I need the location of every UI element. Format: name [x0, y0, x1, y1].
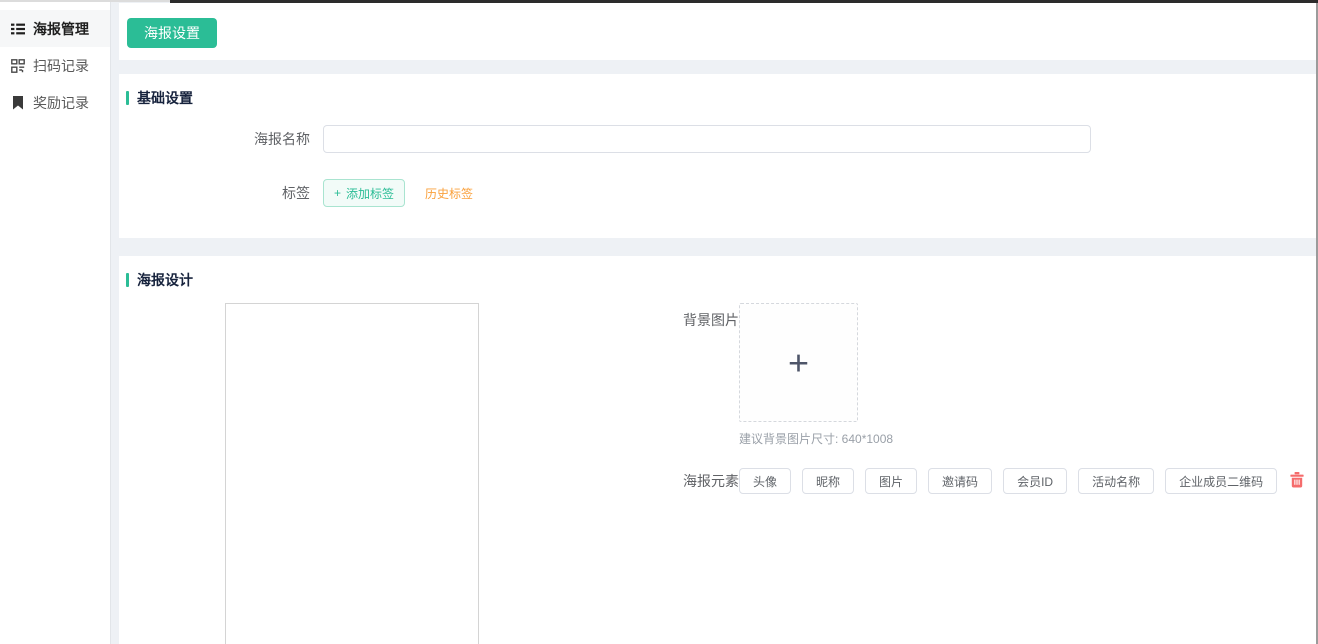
poster-elements-field: 海报元素 头像昵称图片邀请码会员ID 活动名称企业成员二维码 [683, 468, 1296, 494]
poster-element-chip[interactable]: 图片 [865, 468, 917, 494]
tag-row: 标签 + 添加标签 历史标签 [119, 179, 1316, 207]
section-accent-bar [126, 273, 129, 287]
sidebar-item-scan-records[interactable]: 扫码记录 [0, 47, 110, 84]
poster-name-input[interactable] [323, 125, 1091, 153]
poster-element-chip[interactable]: 邀请码 [928, 468, 992, 494]
poster-name-row: 海报名称 [119, 125, 1316, 153]
sidebar: 海报管理 扫码记录 奖励记录 [0, 0, 111, 644]
main-content: 海报设置 基础设置 海报名称 标签 + 添加标签 历史标签 海报设计 背景图 [119, 0, 1316, 644]
add-tag-label: 添加标签 [346, 185, 394, 202]
poster-name-label: 海报名称 [119, 129, 310, 149]
poster-element-chip[interactable]: 活动名称 [1078, 468, 1154, 494]
sidebar-item-reward-records[interactable]: 奖励记录 [0, 84, 110, 121]
background-image-content: + 建议背景图片尺寸: 640*1008 [739, 303, 893, 447]
poster-element-chip[interactable]: 昵称 [802, 468, 854, 494]
toolbar-card: 海报设置 [119, 3, 1316, 60]
list-icon [10, 21, 25, 36]
section-accent-bar [126, 91, 129, 105]
basic-settings-title: 基础设置 [137, 88, 193, 108]
size-hint-text: 建议背景图片尺寸: 640*1008 [739, 430, 893, 447]
poster-preview-canvas[interactable] [225, 303, 479, 644]
poster-elements-label: 海报元素 [683, 468, 739, 494]
poster-design-title: 海报设计 [137, 270, 193, 290]
poster-element-chip[interactable]: 企业成员二维码 [1165, 468, 1277, 494]
basic-settings-header: 基础设置 [119, 74, 1316, 108]
background-image-field: 背景图片 + 建议背景图片尺寸: 640*1008 [683, 303, 1296, 447]
delete-element-button[interactable] [1290, 472, 1304, 491]
sidebar-item-label: 海报管理 [33, 19, 89, 39]
design-controls: 背景图片 + 建议背景图片尺寸: 640*1008 海报元素 头像昵称图片邀请码… [683, 303, 1296, 494]
window-edge-light [0, 0, 170, 2]
history-tag-link[interactable]: 历史标签 [425, 185, 473, 202]
plus-icon: + [334, 186, 341, 200]
window-edge-dark [170, 0, 1318, 3]
poster-design-header: 海报设计 [119, 256, 1316, 290]
tag-label: 标签 [119, 183, 310, 203]
upload-plus-icon: + [788, 345, 809, 379]
trash-icon [1290, 472, 1304, 491]
poster-design-card: 海报设计 背景图片 + 建议背景图片尺寸: 640*1008 海报元素 头像昵称… [119, 256, 1316, 644]
background-upload-box[interactable]: + [739, 303, 858, 422]
sidebar-nav: 海报管理 扫码记录 奖励记录 [0, 0, 110, 121]
add-tag-button[interactable]: + 添加标签 [323, 179, 405, 207]
background-image-label: 背景图片 [683, 303, 739, 447]
sidebar-item-poster-management[interactable]: 海报管理 [0, 10, 110, 47]
sidebar-item-label: 奖励记录 [33, 93, 89, 113]
basic-settings-card: 基础设置 海报名称 标签 + 添加标签 历史标签 [119, 74, 1316, 238]
poster-settings-button[interactable]: 海报设置 [127, 18, 217, 48]
poster-element-chip[interactable]: 头像 [739, 468, 791, 494]
qrcode-icon [10, 58, 25, 73]
bookmark-icon [10, 95, 25, 110]
sidebar-item-label: 扫码记录 [33, 56, 89, 76]
poster-element-chip[interactable]: 会员ID [1003, 468, 1067, 494]
poster-elements-list: 头像昵称图片邀请码会员ID 活动名称企业成员二维码 [739, 468, 1277, 494]
